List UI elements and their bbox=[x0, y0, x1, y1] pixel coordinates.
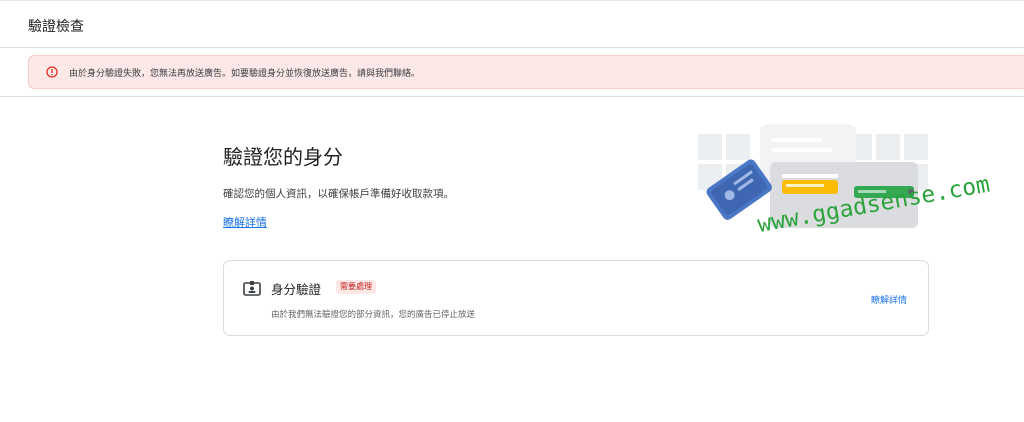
status-badge: 需要處理 bbox=[336, 280, 376, 294]
alert-message: 由於身分驗證失敗，您無法再放送廣告。如要驗證身分並恢復放送廣告，請與我們聯絡。 bbox=[69, 69, 421, 79]
page-header: 驗證檢查 bbox=[0, 4, 1024, 48]
card-description: 由於我們無法驗證您的部分資訊，您的廣告已停止放送 bbox=[271, 310, 476, 320]
divider bbox=[0, 96, 1024, 97]
page-title: 驗證檢查 bbox=[28, 19, 84, 35]
verify-identity-description: 確認您的個人資訊，以確保帳戶準備好收取款項。 bbox=[223, 188, 454, 200]
identity-verification-card: 身分驗證 需要處理 由於我們無法驗證您的部分資訊，您的廣告已停止放送 瞭解詳情 bbox=[223, 260, 929, 336]
card-title: 身分驗證 bbox=[271, 282, 322, 297]
error-alert-banner: 由於身分驗證失敗，您無法再放送廣告。如要驗證身分並恢復放送廣告，請與我們聯絡。 bbox=[28, 55, 1024, 89]
id-badge-icon bbox=[243, 281, 261, 296]
verify-identity-heading: 驗證您的身分 bbox=[223, 145, 343, 169]
card-learn-more-link[interactable]: 瞭解詳情 bbox=[871, 293, 907, 306]
error-circle-icon bbox=[46, 66, 58, 78]
learn-more-link[interactable]: 瞭解詳情 bbox=[223, 214, 267, 230]
